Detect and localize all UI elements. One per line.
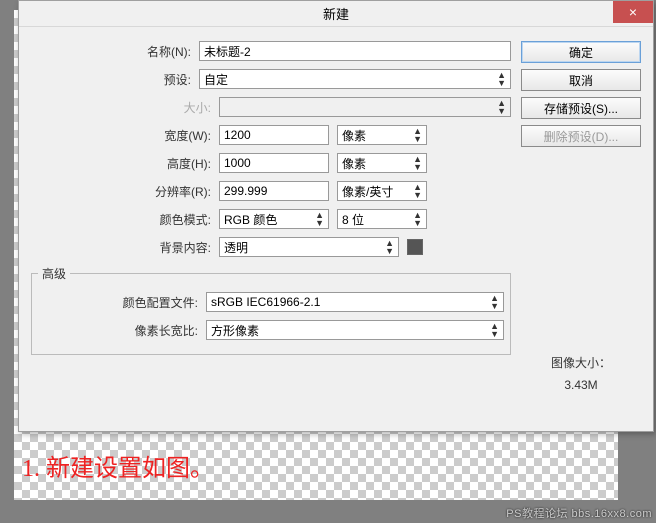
size-label: 大小:	[31, 99, 211, 116]
advanced-legend: 高级	[38, 265, 70, 282]
resolution-input[interactable]	[219, 181, 329, 201]
dropdown-icon: ▲▼	[413, 211, 422, 227]
height-label: 高度(H):	[31, 155, 211, 172]
preset-select[interactable]: 自定 ▲▼	[199, 69, 511, 89]
dropdown-icon: ▲▼	[385, 239, 394, 255]
image-size-info: 图像大小： 3.43M	[521, 353, 641, 396]
height-unit-select[interactable]: 像素 ▲▼	[337, 153, 427, 173]
profile-label: 颜色配置文件:	[38, 294, 198, 311]
dropdown-icon: ▲▼	[315, 211, 324, 227]
dropdown-icon: ▲▼	[490, 322, 499, 338]
width-label: 宽度(W):	[31, 127, 211, 144]
bg-color-swatch[interactable]	[407, 239, 423, 255]
depth-value: 8 位	[342, 211, 364, 228]
resolution-unit-value: 像素/英寸	[342, 183, 393, 200]
aspect-select[interactable]: 方形像素 ▲▼	[206, 320, 504, 340]
new-document-dialog: 新建 × 名称(N): 预设: 自定 ▲▼ 大小: ▲▼	[18, 0, 654, 432]
mode-label: 颜色模式:	[31, 211, 211, 228]
height-unit-value: 像素	[342, 155, 366, 172]
mode-select[interactable]: RGB 颜色 ▲▼	[219, 209, 329, 229]
size-select: ▲▼	[219, 97, 511, 117]
dropdown-icon: ▲▼	[490, 294, 499, 310]
dropdown-icon: ▲▼	[413, 183, 422, 199]
name-label: 名称(N):	[31, 43, 191, 60]
bg-select[interactable]: 透明 ▲▼	[219, 237, 399, 257]
delete-preset-button: 删除预设(D)...	[521, 125, 641, 147]
profile-select[interactable]: sRGB IEC61966-2.1 ▲▼	[206, 292, 504, 312]
dialog-title: 新建	[323, 4, 349, 23]
aspect-label: 像素长宽比:	[38, 322, 198, 339]
annotation-text: 1. 新建设置如图。	[22, 448, 214, 483]
dropdown-icon: ▲▼	[413, 127, 422, 143]
profile-value: sRGB IEC61966-2.1	[211, 295, 320, 309]
aspect-value: 方形像素	[211, 322, 259, 339]
dropdown-icon: ▲▼	[413, 155, 422, 171]
bg-value: 透明	[224, 239, 248, 256]
depth-select[interactable]: 8 位 ▲▼	[337, 209, 427, 229]
mode-value: RGB 颜色	[224, 211, 277, 228]
advanced-fieldset: 高级 颜色配置文件: sRGB IEC61966-2.1 ▲▼ 像素长宽比: 方…	[31, 265, 511, 355]
image-size-value: 3.43M	[521, 375, 641, 397]
dropdown-icon: ▲▼	[497, 71, 506, 87]
width-unit-value: 像素	[342, 127, 366, 144]
ok-button[interactable]: 确定	[521, 41, 641, 63]
bg-label: 背景内容:	[31, 239, 211, 256]
save-preset-button[interactable]: 存储预设(S)...	[521, 97, 641, 119]
preset-label: 预设:	[31, 71, 191, 88]
watermark-text: PS教程论坛 bbs.16xx8.com	[506, 505, 652, 521]
height-input[interactable]	[219, 153, 329, 173]
preset-value: 自定	[204, 71, 228, 88]
width-input[interactable]	[219, 125, 329, 145]
width-unit-select[interactable]: 像素 ▲▼	[337, 125, 427, 145]
titlebar: 新建 ×	[19, 1, 653, 27]
close-icon: ×	[629, 5, 637, 19]
resolution-label: 分辨率(R):	[31, 183, 211, 200]
image-size-label: 图像大小：	[521, 353, 641, 375]
resolution-unit-select[interactable]: 像素/英寸 ▲▼	[337, 181, 427, 201]
name-input[interactable]	[199, 41, 511, 61]
close-button[interactable]: ×	[613, 1, 653, 23]
dropdown-icon: ▲▼	[497, 99, 506, 115]
cancel-button[interactable]: 取消	[521, 69, 641, 91]
